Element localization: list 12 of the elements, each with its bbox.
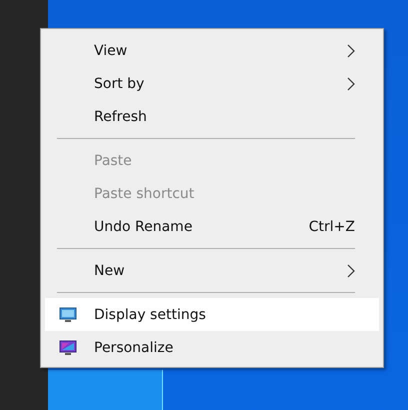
- monitor-icon: [59, 340, 77, 356]
- menu-item[interactable]: Undo Rename Ctrl+Z: [41, 210, 383, 243]
- menu-item[interactable]: Refresh: [41, 100, 383, 133]
- chevron-right-icon: [347, 76, 355, 90]
- chevron-right-icon: [347, 264, 355, 278]
- menu-item[interactable]: View: [41, 34, 383, 67]
- menu-item[interactable]: Personalize: [41, 331, 383, 364]
- monitor-icon: [59, 306, 77, 322]
- menu-item[interactable]: Sort by: [41, 67, 383, 100]
- chevron-right-icon: [347, 44, 355, 58]
- menu-item[interactable]: New: [41, 254, 383, 287]
- menu-item[interactable]: Display settings: [45, 298, 379, 331]
